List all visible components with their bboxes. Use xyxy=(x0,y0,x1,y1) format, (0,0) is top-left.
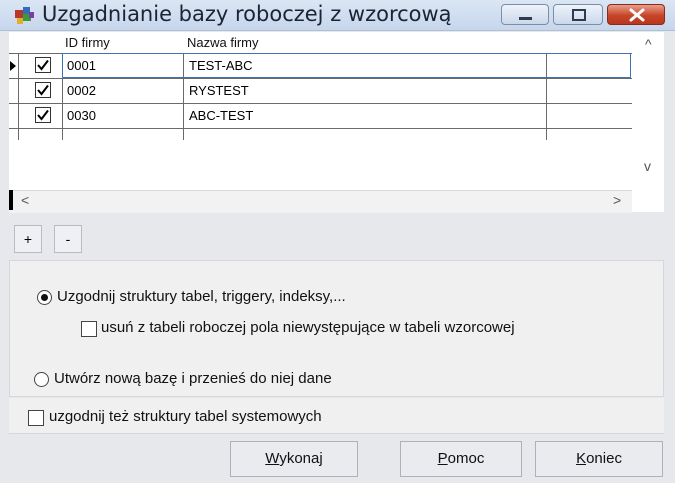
remove-fields-checkbox[interactable] xyxy=(81,321,97,337)
close-window-button[interactable] xyxy=(607,4,665,25)
system-tables-panel: uzgodnij też struktury tabel systemowych xyxy=(9,398,664,434)
cell-id[interactable]: 0002 xyxy=(67,78,96,103)
sync-structures-label[interactable]: Uzgodnij struktury tabel, triggery, inde… xyxy=(57,288,346,305)
row-checkbox[interactable] xyxy=(35,107,51,123)
current-row-indicator-icon xyxy=(10,61,16,71)
execute-button[interactable]: Wykonaj xyxy=(230,441,358,477)
scroll-down-icon[interactable]: v xyxy=(644,158,651,174)
puzzle-app-icon xyxy=(14,5,36,25)
vertical-scrollbar[interactable]: ^ v xyxy=(632,32,664,192)
close-icon xyxy=(629,8,645,22)
checkmark-icon xyxy=(37,84,49,96)
options-panel: Uzgodnij struktury tabel, triggery, inde… xyxy=(9,260,664,397)
current-row-outline xyxy=(62,53,631,78)
focus-indicator xyxy=(9,190,13,210)
column-header-id[interactable]: ID firmy xyxy=(65,32,110,53)
grid-header: ID firmy Nazwa firmy xyxy=(9,32,632,53)
create-new-radio[interactable] xyxy=(34,372,49,387)
horizontal-scrollbar[interactable]: < > xyxy=(9,190,632,213)
dialog-window: Uzgadnianie bazy roboczej z wzorcową ID … xyxy=(0,0,675,483)
remove-fields-label[interactable]: usuń z tabeli roboczej pola niewystępują… xyxy=(101,319,515,336)
row-checkbox[interactable] xyxy=(35,82,51,98)
remove-row-button[interactable]: - xyxy=(54,225,82,253)
cell-name[interactable]: RYSTEST xyxy=(189,78,249,103)
companies-grid[interactable]: ID firmy Nazwa firmy 0001 TEST-ABC 0002 … xyxy=(9,32,664,213)
table-row[interactable]: 0030 ABC-TEST xyxy=(9,103,632,128)
system-tables-label[interactable]: uzgodnij też struktury tabel systemowych xyxy=(49,408,322,425)
sync-structures-radio[interactable] xyxy=(37,290,52,305)
window-title: Uzgadnianie bazy roboczej z wzorcową xyxy=(42,2,452,26)
system-tables-checkbox[interactable] xyxy=(28,410,44,426)
scroll-left-icon[interactable]: < xyxy=(21,192,29,208)
scroll-right-icon[interactable]: > xyxy=(613,192,621,208)
checkmark-icon xyxy=(37,59,49,71)
add-row-button[interactable]: + xyxy=(14,225,42,253)
table-row[interactable]: 0001 TEST-ABC xyxy=(9,53,632,78)
checkmark-icon xyxy=(37,109,49,121)
close-button[interactable]: Koniec xyxy=(535,441,663,477)
scroll-up-icon[interactable]: ^ xyxy=(645,36,652,52)
cell-id[interactable]: 0030 xyxy=(67,103,96,128)
help-button[interactable]: Pomoc xyxy=(400,441,522,477)
maximize-button[interactable] xyxy=(553,4,603,25)
title-bar[interactable]: Uzgadnianie bazy roboczej z wzorcową xyxy=(0,0,675,31)
minimize-icon xyxy=(519,17,532,20)
table-row[interactable]: 0002 RYSTEST xyxy=(9,78,632,103)
empty-row[interactable] xyxy=(9,128,632,188)
column-header-name[interactable]: Nazwa firmy xyxy=(187,32,259,53)
maximize-icon xyxy=(572,9,586,21)
create-new-label[interactable]: Utwórz nową bazę i przenieś do niej dane xyxy=(54,370,332,387)
minimize-button[interactable] xyxy=(501,4,549,25)
row-checkbox[interactable] xyxy=(35,57,51,73)
cell-name[interactable]: ABC-TEST xyxy=(189,103,253,128)
